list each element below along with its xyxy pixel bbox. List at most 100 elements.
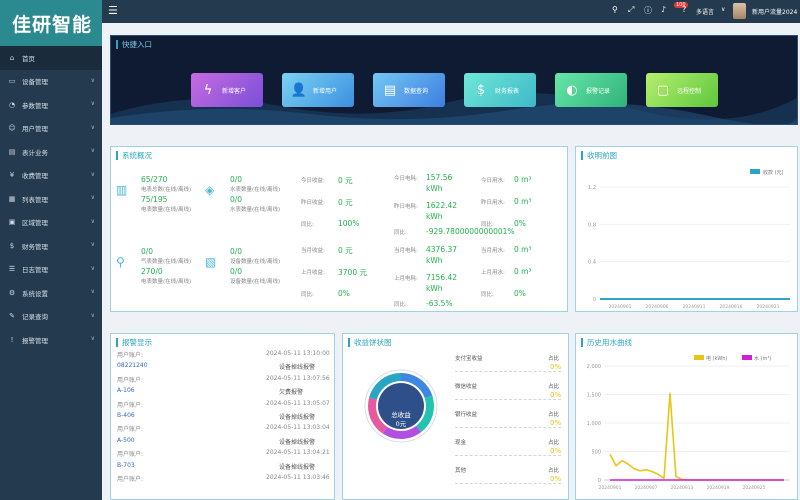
pie-item-label: 微信收益	[455, 384, 478, 390]
font-size-icon[interactable]: ⓘ	[644, 5, 652, 16]
quick-button-3[interactable]: $ 财务报表	[464, 73, 536, 107]
sidebar-item-label: 系统设置	[22, 289, 48, 298]
location-icon[interactable]: ⚲	[612, 5, 618, 14]
chevron-down-icon: ∨	[90, 288, 95, 295]
legend-label: 收款 (元)	[763, 169, 784, 176]
alarm-type[interactable]: 欠费报警	[279, 387, 303, 396]
metric-value: 0 m³	[514, 267, 532, 276]
stat-value: 0/0	[141, 247, 154, 256]
chevron-down-icon[interactable]: ∨	[721, 6, 725, 13]
metric-value: 0%	[338, 289, 350, 298]
quick-access-panel: 快捷入口 ϟ 新增客户 👤 新增用户 ▤ 数据查询 $ 财务报表 ◐ 报警记录 ▢ 远程控制	[110, 35, 798, 125]
quick-button-label: 新增客户	[222, 87, 247, 95]
sidebar-item-0[interactable]: ⌂ 首页	[0, 46, 102, 70]
alarm-type[interactable]: 设备掉线报警	[279, 412, 315, 421]
metric-value: 0%	[514, 289, 526, 298]
user-name[interactable]: 新用户流量2024	[752, 7, 797, 16]
metric-label: 同比:	[301, 292, 314, 298]
stat-value: 270/0	[141, 267, 163, 276]
sidebar-item-1[interactable]: ▭ 设备管理 ∨	[0, 70, 102, 94]
sidebar-item-label: 财务管理	[22, 242, 48, 251]
series-line-0	[609, 392, 784, 481]
metric-value: kWh	[426, 212, 443, 221]
quick-button-2[interactable]: ▤ 数据查询	[373, 73, 445, 107]
stat-value: 65/270	[141, 175, 168, 184]
x-tick-label: 20240907	[635, 485, 658, 491]
fullscreen-icon[interactable]: ⤢	[628, 5, 634, 15]
sidebar-item-2[interactable]: ◔ 参数管理 ∨	[0, 93, 102, 117]
y-tick-label: 0.8	[588, 222, 596, 228]
sidebar-item-3[interactable]: ☺ 用户管理 ∨	[0, 117, 102, 141]
metric-value: 0 元	[338, 246, 353, 255]
pie-item-share-label: 占比	[548, 384, 560, 390]
quick-button-1[interactable]: 👤 新增用户	[282, 73, 354, 107]
sidebar-item-11[interactable]: ✎ 记录查询 ∨	[0, 305, 102, 329]
alarm-type[interactable]: 设备掉线报警	[279, 437, 315, 446]
alarm-account: B-406	[117, 412, 135, 419]
help-icon[interactable]: ?	[682, 5, 686, 14]
y-tick-label: 2,000	[587, 364, 601, 370]
pie-title: 收益饼状图	[348, 337, 392, 348]
history-chart-panel: 历史用水曲线 0 500 1,000 1,500 2,000 20240901 202409…	[575, 333, 798, 500]
quick-button-4[interactable]: ◐ 报警记录	[555, 73, 627, 107]
alarm-account: 用户账户:	[117, 401, 144, 409]
metric-label: 当月用水:	[481, 248, 505, 254]
alarm-type[interactable]: 设备掉线报警	[279, 462, 315, 471]
avatar[interactable]	[733, 3, 746, 19]
metric-label: 今日电耗:	[394, 176, 418, 182]
sidebar-item-label: 列表管理	[22, 195, 48, 204]
pie-item-percent: 0%	[550, 447, 562, 455]
x-tick-label: 20240901	[609, 304, 632, 310]
x-tick-label: 20240901	[599, 485, 622, 491]
metric-label: 上月电耗:	[394, 276, 418, 282]
alarm-type[interactable]: 设备掉线报警	[279, 362, 315, 371]
pie-item-label: 现金	[455, 440, 467, 446]
alarm-panel: 报警显示 用户账户: 2024-05-11 13:10:00 08221240 设备掉…	[110, 333, 335, 500]
pie-item-divider	[455, 399, 561, 400]
sidebar-item-7[interactable]: ▣ 区域管理 ∨	[0, 211, 102, 235]
alarm-account: 用户账户:	[117, 376, 144, 384]
metric-value: 0 元	[338, 198, 353, 207]
stat-icon-0: ▥	[116, 183, 128, 197]
chevron-down-icon: ∨	[90, 170, 95, 178]
record-icon: ✎	[9, 312, 15, 321]
alarm-time: 2024-05-11 13:04:21	[266, 449, 330, 457]
metric-value: 4376.37	[426, 245, 458, 254]
alarm-account: A-500	[117, 436, 135, 444]
stat-value: 0/0	[230, 195, 243, 204]
legend-swatch	[742, 355, 752, 360]
metric-value: 7156.42	[426, 273, 458, 282]
quick-button-5[interactable]: ▢ 远程控制	[646, 73, 718, 107]
stat-label: 设备数量(在线/离线)	[230, 259, 281, 265]
pie-item-percent: 0%	[550, 475, 562, 483]
alarm-title: 报警显示	[116, 337, 152, 348]
sidebar-item-12[interactable]: ! 报警管理 ∨	[0, 328, 102, 352]
stat-icon-2: ⚲	[116, 255, 125, 269]
metric-label: 昨日电耗:	[394, 204, 418, 210]
stat-icon-1: ◈	[205, 183, 215, 197]
income-chart: 1.2 0.8 0.4 0 20240901 20240906 20240911 202409…	[588, 169, 790, 310]
quick-button-0[interactable]: ϟ 新增客户	[191, 73, 263, 107]
pie-item-share-label: 占比	[548, 356, 560, 362]
sidebar-item-8[interactable]: $ 财务管理 ∨	[0, 234, 102, 258]
sidebar-item-5[interactable]: ¥ 收费管理 ∨	[0, 164, 102, 188]
sidebar-item-10[interactable]: ⚙ 系统设置 ∨	[0, 281, 102, 305]
metric-value: 3700 元	[338, 268, 367, 277]
sidebar-item-4[interactable]: ▤ 表计业务 ∨	[0, 140, 102, 164]
chevron-down-icon: ∨	[90, 335, 95, 342]
hamburger-menu-icon[interactable]: ☰	[108, 4, 118, 17]
y-tick-label: 1,500	[587, 393, 601, 399]
bell-icon[interactable]: ♪	[661, 5, 666, 14]
chevron-down-icon: ∨	[90, 76, 95, 84]
sidebar-item-6[interactable]: ▦ 列表管理 ∨	[0, 187, 102, 211]
sidebar-item-9[interactable]: ☰ 日志管理 ∨	[0, 258, 102, 282]
language-select[interactable]: 多语言	[696, 7, 714, 16]
metric-value: 100%	[338, 219, 360, 228]
alarm-time: 2024-05-11 13:05:07	[266, 399, 330, 407]
metric-label: 当月收益:	[301, 248, 325, 254]
x-tick-label: 20240921	[757, 304, 780, 310]
metric-value: -929.7800000000001%	[426, 227, 515, 236]
stat-label: 水表数量(在线/离线)	[230, 187, 281, 193]
monitor-icon: ▭	[8, 77, 16, 86]
y-tick-label: 0.4	[588, 260, 596, 266]
